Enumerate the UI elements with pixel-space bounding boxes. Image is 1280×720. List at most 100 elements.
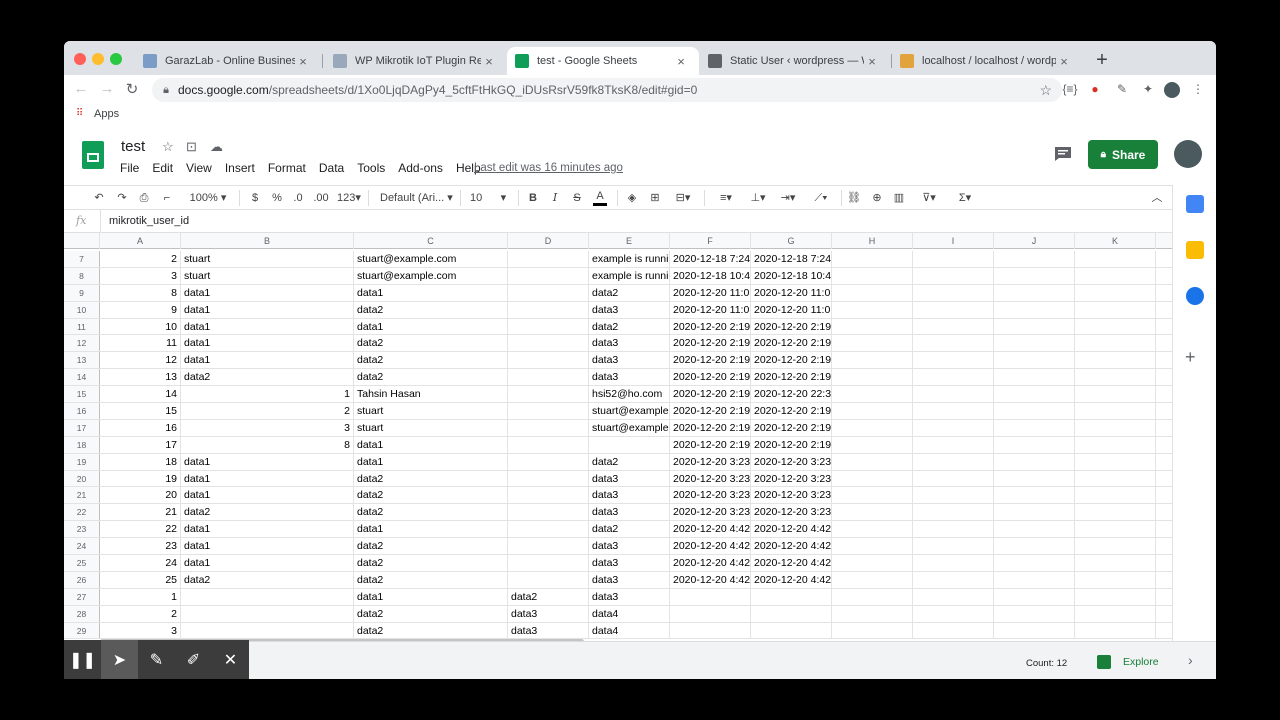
table-cell[interactable] bbox=[508, 453, 589, 470]
table-cell[interactable] bbox=[508, 521, 589, 538]
table-cell[interactable]: 2020-12-20 2:19 bbox=[670, 369, 751, 386]
table-cell[interactable] bbox=[1075, 301, 1156, 318]
table-cell[interactable] bbox=[832, 284, 913, 301]
table-cell[interactable]: 8 bbox=[100, 284, 181, 301]
table-cell[interactable]: stuart bbox=[354, 403, 508, 419]
table-cell[interactable] bbox=[913, 571, 994, 588]
table-cell[interactable]: data2 bbox=[354, 352, 508, 369]
table-cell[interactable]: 14 bbox=[100, 386, 181, 403]
table-cell[interactable]: 23 bbox=[100, 538, 181, 555]
table-cell[interactable] bbox=[913, 453, 994, 470]
table-cell[interactable] bbox=[181, 588, 354, 605]
table-cell[interactable]: example is runni bbox=[589, 267, 670, 284]
table-cell[interactable] bbox=[832, 571, 913, 588]
table-cell[interactable] bbox=[1075, 419, 1156, 436]
table-cell[interactable] bbox=[832, 369, 913, 386]
table-cell[interactable]: 2020-12-20 3:23 bbox=[751, 453, 832, 470]
row-header[interactable]: 18 bbox=[64, 436, 100, 453]
highlighter-icon[interactable]: ✐ bbox=[175, 640, 212, 679]
sheets-logo-icon[interactable] bbox=[82, 141, 104, 169]
font-size-select[interactable]: 10 ▾ bbox=[470, 190, 510, 206]
table-cell[interactable] bbox=[913, 419, 994, 436]
tab-close-icon[interactable]: × bbox=[673, 54, 689, 69]
column-header[interactable]: C bbox=[354, 233, 508, 249]
table-cell[interactable]: 2020-12-20 11:0 bbox=[751, 301, 832, 318]
close-window-button[interactable] bbox=[74, 53, 86, 65]
table-cell[interactable]: data4 bbox=[589, 605, 670, 622]
column-header[interactable]: B bbox=[181, 233, 354, 249]
keep-icon[interactable] bbox=[1186, 241, 1204, 259]
table-cell[interactable]: data3 bbox=[589, 538, 670, 555]
menu-item-edit[interactable]: Edit bbox=[152, 161, 173, 175]
table-cell[interactable] bbox=[508, 470, 589, 487]
selection-count[interactable]: Count: 12 bbox=[1026, 658, 1067, 669]
table-cell[interactable] bbox=[832, 436, 913, 453]
row-header[interactable]: 21 bbox=[64, 487, 100, 504]
percent-format-button[interactable]: % bbox=[270, 190, 284, 206]
row-header[interactable]: 20 bbox=[64, 470, 100, 487]
apps-grid-icon[interactable]: ⠿ bbox=[76, 108, 83, 119]
table-cell[interactable] bbox=[1075, 504, 1156, 521]
table-cell[interactable] bbox=[913, 403, 994, 419]
menu-item-data[interactable]: Data bbox=[319, 161, 344, 175]
minimize-window-button[interactable] bbox=[92, 53, 104, 65]
table-cell[interactable]: data2 bbox=[354, 369, 508, 386]
column-header[interactable]: F bbox=[670, 233, 751, 249]
menu-item-file[interactable]: File bbox=[120, 161, 139, 175]
table-cell[interactable]: 2020-12-18 7:24 bbox=[751, 251, 832, 267]
table-cell[interactable] bbox=[1075, 605, 1156, 622]
table-cell[interactable] bbox=[1075, 386, 1156, 403]
table-cell[interactable]: 2020-12-20 2:19 bbox=[751, 335, 832, 352]
table-cell[interactable]: 2020-12-18 10:4 bbox=[670, 267, 751, 284]
table-cell[interactable] bbox=[913, 504, 994, 521]
table-cell[interactable]: 2020-12-18 10:4 bbox=[751, 267, 832, 284]
pause-icon[interactable]: ❚❚ bbox=[64, 640, 101, 679]
table-cell[interactable]: data2 bbox=[354, 571, 508, 588]
table-cell[interactable]: data2 bbox=[589, 521, 670, 538]
row-header[interactable]: 8 bbox=[64, 267, 100, 284]
row-header[interactable]: 10 bbox=[64, 301, 100, 318]
table-cell[interactable] bbox=[508, 335, 589, 352]
table-cell[interactable]: 2 bbox=[100, 605, 181, 622]
account-avatar[interactable] bbox=[1174, 140, 1202, 168]
table-cell[interactable] bbox=[913, 318, 994, 335]
table-cell[interactable] bbox=[832, 487, 913, 504]
formula-input[interactable]: mikrotik_user_id bbox=[109, 215, 189, 227]
vertical-align-icon[interactable]: ⊥▾ bbox=[746, 190, 770, 206]
table-cell[interactable] bbox=[1075, 403, 1156, 419]
profile-avatar[interactable] bbox=[1164, 82, 1180, 98]
column-header[interactable]: E bbox=[589, 233, 670, 249]
maximize-window-button[interactable] bbox=[110, 53, 122, 65]
table-cell[interactable] bbox=[508, 571, 589, 588]
table-cell[interactable]: stuart@example.com bbox=[354, 251, 508, 267]
font-select[interactable]: Default (Ari... ▾ bbox=[380, 190, 454, 206]
row-header[interactable]: 29 bbox=[64, 622, 100, 639]
document-title[interactable]: test bbox=[121, 138, 145, 155]
calendar-icon[interactable] bbox=[1186, 195, 1204, 213]
star-icon[interactable]: ☆ bbox=[162, 139, 174, 155]
back-button[interactable]: ← bbox=[71, 80, 91, 97]
table-cell[interactable]: 9 bbox=[100, 301, 181, 318]
explore-button[interactable]: Explore bbox=[1097, 655, 1159, 669]
table-cell[interactable] bbox=[508, 301, 589, 318]
chevron-right-icon[interactable]: › bbox=[1188, 652, 1193, 668]
table-cell[interactable]: 2020-12-20 3:23 bbox=[670, 470, 751, 487]
select-all-corner[interactable] bbox=[64, 233, 100, 249]
table-cell[interactable] bbox=[913, 605, 994, 622]
table-cell[interactable]: 2020-12-20 2:19 bbox=[751, 419, 832, 436]
table-cell[interactable] bbox=[832, 588, 913, 605]
table-cell[interactable] bbox=[994, 538, 1075, 555]
table-cell[interactable]: 2020-12-20 3:23 bbox=[751, 504, 832, 521]
row-header[interactable]: 14 bbox=[64, 369, 100, 386]
menu-item-tools[interactable]: Tools bbox=[357, 161, 385, 175]
row-header[interactable]: 16 bbox=[64, 403, 100, 419]
table-cell[interactable]: 2020-12-20 4:42 bbox=[670, 538, 751, 555]
table-cell[interactable]: data2 bbox=[508, 588, 589, 605]
tab-close-icon[interactable]: × bbox=[1056, 54, 1072, 69]
bold-button[interactable]: B bbox=[527, 190, 539, 206]
strikethrough-button[interactable]: S bbox=[571, 190, 583, 206]
table-cell[interactable] bbox=[913, 251, 994, 267]
table-cell[interactable]: data1 bbox=[181, 453, 354, 470]
italic-button[interactable]: I bbox=[549, 190, 561, 206]
table-cell[interactable] bbox=[913, 284, 994, 301]
